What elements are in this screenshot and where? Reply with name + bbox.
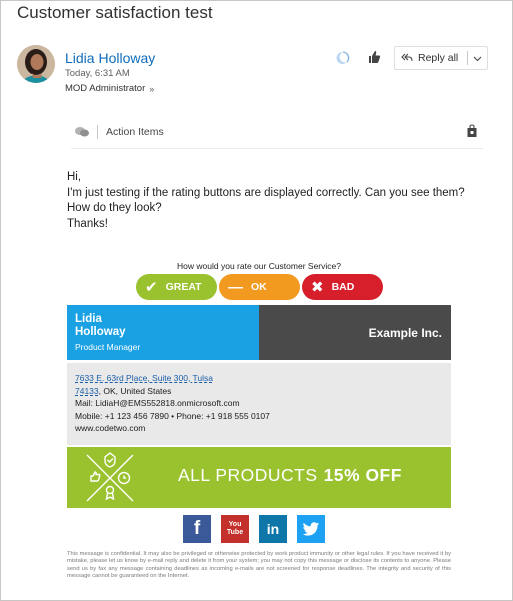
action-items-icon[interactable] (74, 125, 90, 144)
promo-banner[interactable]: ALL PRODUCTS 15% OFF (67, 447, 451, 508)
rating-bad-button[interactable]: ✖ BAD (302, 274, 383, 300)
signature-website: www.codetwo.com (75, 423, 146, 433)
addin-bar: Action Items (71, 121, 483, 149)
signature-contact-block: 7633 E. 63rd Place, Suite 300, Tulsa 741… (67, 363, 451, 445)
zip-link[interactable]: 74133 (75, 386, 99, 396)
legal-disclaimer: This message is confidential. It may als… (67, 551, 451, 580)
recipients-row[interactable]: MOD Administrator » (65, 83, 154, 94)
address-link[interactable]: 7633 E. 63rd Place, Suite 300, Tulsa (75, 373, 213, 383)
more-actions-chevron-icon[interactable] (468, 54, 487, 63)
twitter-bird-icon (302, 521, 320, 536)
rating-great-button[interactable]: ✔ GREAT (136, 274, 217, 300)
signature-last-name: Holloway (75, 326, 126, 338)
promo-discount: 15% OFF (323, 465, 402, 485)
sender-avatar[interactable] (17, 45, 55, 83)
sender-name[interactable]: Lidia Holloway (65, 50, 155, 66)
expand-recipients-icon[interactable]: » (149, 84, 154, 94)
addin-divider (97, 125, 98, 139)
signature-phones: Mobile: +1 123 456 7890 • Phone: +1 918 … (75, 410, 270, 421)
signature-company: Example Inc. (259, 305, 451, 360)
promo-label: ALL PRODUCTS (178, 465, 318, 485)
linkedin-link[interactable]: in (259, 515, 287, 543)
youtube-icon-bottom: Tube (226, 529, 244, 536)
body-line: I'm just testing if the rating buttons a… (67, 186, 465, 199)
email-body: Hi, I'm just testing if the rating butto… (67, 170, 465, 232)
sent-date: Today, 6:31 AM (65, 68, 130, 79)
rating-bad-label: BAD (331, 281, 355, 293)
body-line: Hi, (67, 171, 82, 183)
linkedin-icon: in (266, 521, 280, 537)
promo-text: ALL PRODUCTS 15% OFF (178, 465, 402, 486)
promo-badge-icon (83, 451, 137, 510)
like-icon[interactable] (363, 46, 385, 68)
rating-question: How would you rate our Customer Service? (177, 261, 341, 271)
body-line: How do they look? (67, 202, 162, 214)
check-icon: ✔ (145, 278, 158, 296)
youtube-link[interactable]: You Tube (221, 515, 249, 543)
recipient-name: MOD Administrator (65, 83, 146, 94)
body-line: Thanks! (67, 217, 108, 230)
signature-first-name: Lidia (75, 313, 102, 325)
store-bag-icon[interactable] (466, 124, 478, 143)
action-items-label[interactable]: Action Items (106, 126, 164, 138)
reply-all-button[interactable]: Reply all (394, 46, 488, 70)
rating-ok-button[interactable]: — OK (219, 274, 300, 300)
reply-all-label: Reply all (418, 52, 459, 64)
signature-mail: Mail: LidiaH@EMS552818.onmicrosoft.com (75, 398, 240, 408)
rating-great-label: GREAT (165, 281, 202, 293)
facebook-link[interactable]: f (183, 515, 211, 543)
twitter-link[interactable] (297, 515, 325, 543)
address-rest: , OK, United States (98, 385, 172, 396)
youtube-icon-top: You (228, 521, 242, 528)
message-reading-pane: Customer satisfaction test Lidia Hollowa… (0, 0, 513, 601)
reactions-icon[interactable] (331, 47, 353, 69)
reply-all-icon (401, 53, 413, 62)
reply-all-main[interactable]: Reply all (395, 47, 467, 69)
signature-job-title: Product Manager (75, 342, 141, 352)
cross-icon: ✖ (311, 278, 324, 296)
rating-ok-label: OK (251, 281, 267, 293)
dash-icon: — (228, 278, 243, 296)
signature-name-block: Lidia Holloway Product Manager (67, 305, 259, 360)
email-subject: Customer satisfaction test (17, 3, 213, 22)
facebook-icon: f (193, 518, 201, 539)
